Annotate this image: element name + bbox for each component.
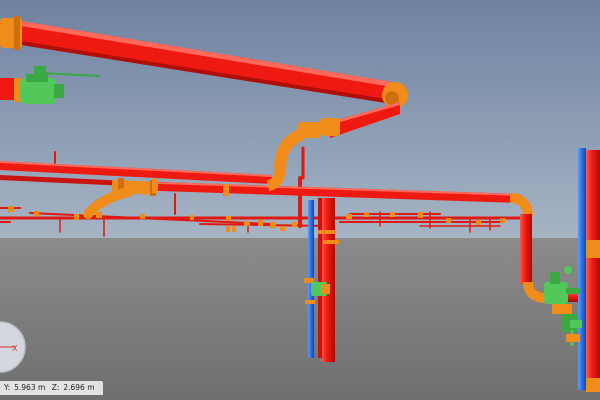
y-coordinate-value: 5.963 m	[14, 383, 46, 392]
ground-plane	[0, 238, 600, 400]
y-coordinate-label: Y:	[4, 383, 11, 392]
coordinates-status-bar: Y: 5.963 m Z: 2.696 m	[0, 381, 103, 395]
z-coordinate-label: Z:	[51, 383, 60, 392]
nav-axis-label: X	[12, 344, 18, 353]
center-risers	[304, 198, 339, 362]
z-coordinate-value: 2.696 m	[63, 383, 95, 392]
3d-model-viewport[interactable]: X	[0, 0, 600, 400]
right-risers	[578, 148, 600, 392]
